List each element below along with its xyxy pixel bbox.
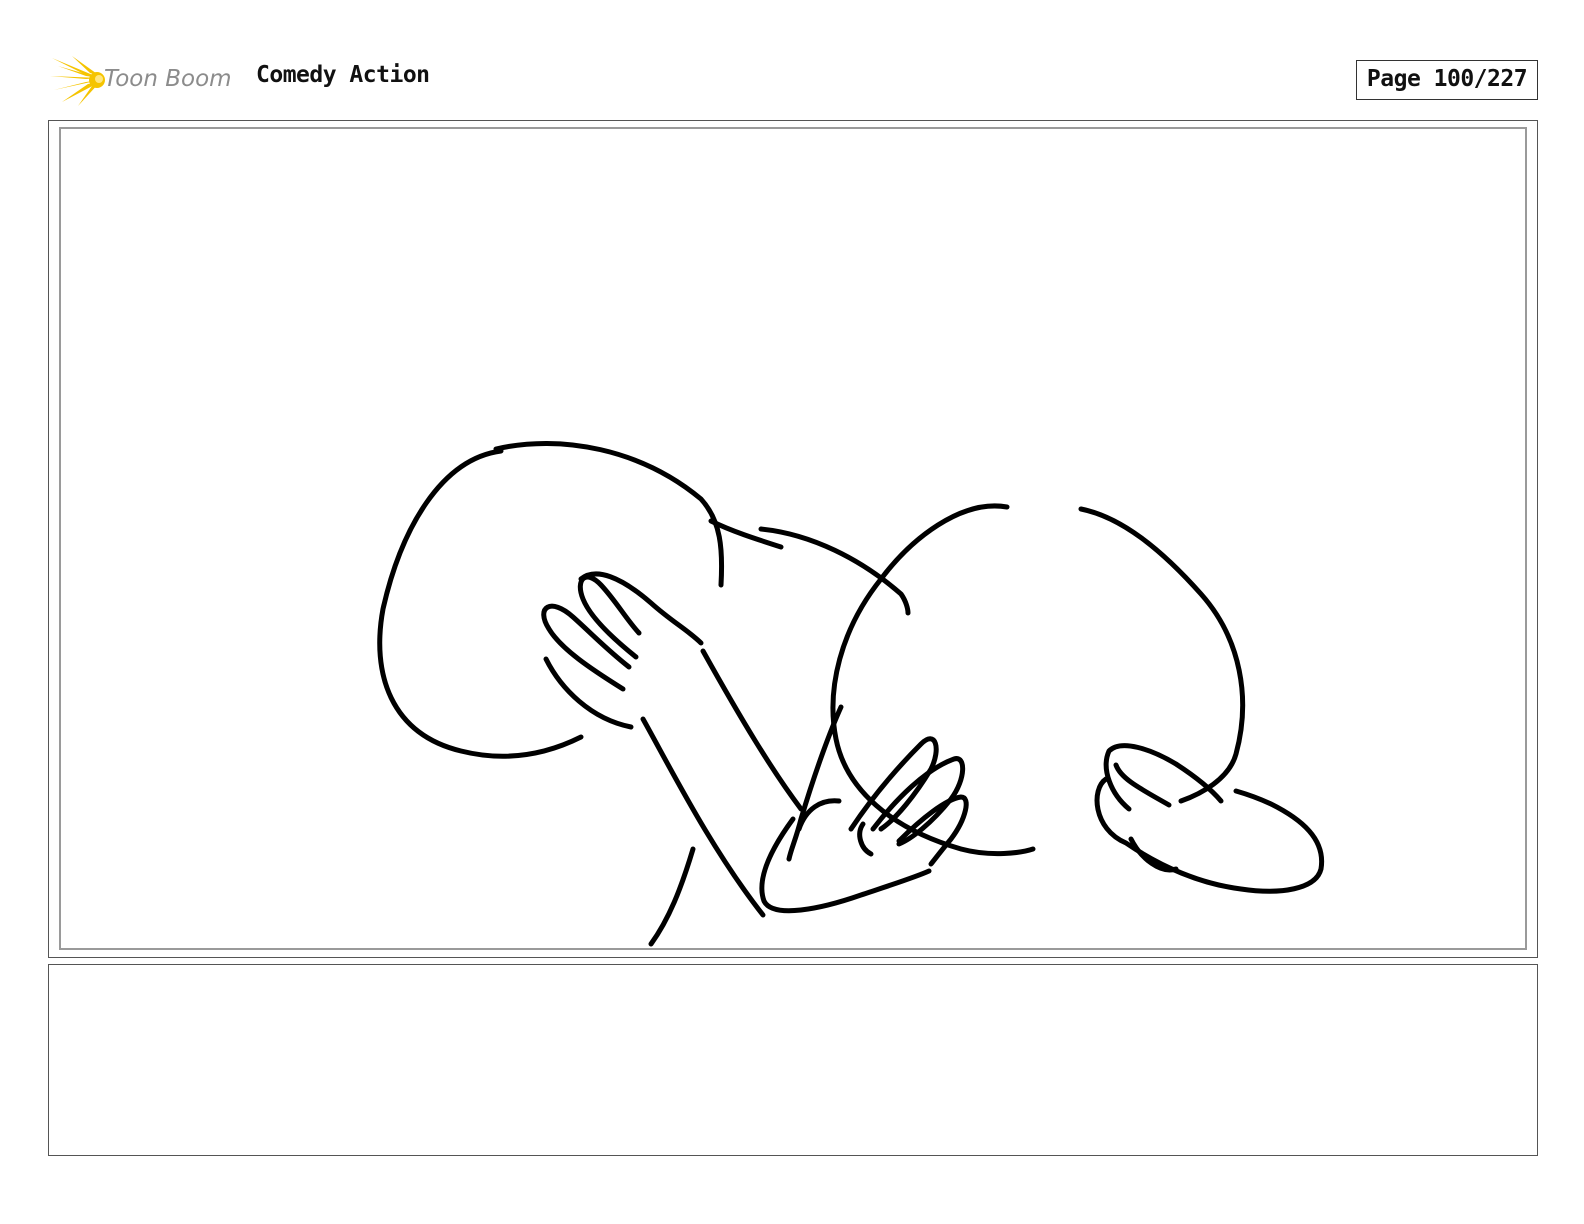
- page-number: Page 100/227: [1356, 60, 1538, 100]
- panel-image: [59, 127, 1527, 950]
- page-header: Toon Boom Comedy Action Page 100/227: [0, 0, 1584, 120]
- project-title: Comedy Action: [256, 62, 430, 88]
- toon-boom-logo: Toon Boom: [50, 56, 240, 106]
- starburst-icon: [50, 56, 105, 106]
- logo-text: Toon Boom: [104, 66, 232, 92]
- notes-area: [48, 964, 1538, 1156]
- sketch-drawing: [377, 440, 1325, 947]
